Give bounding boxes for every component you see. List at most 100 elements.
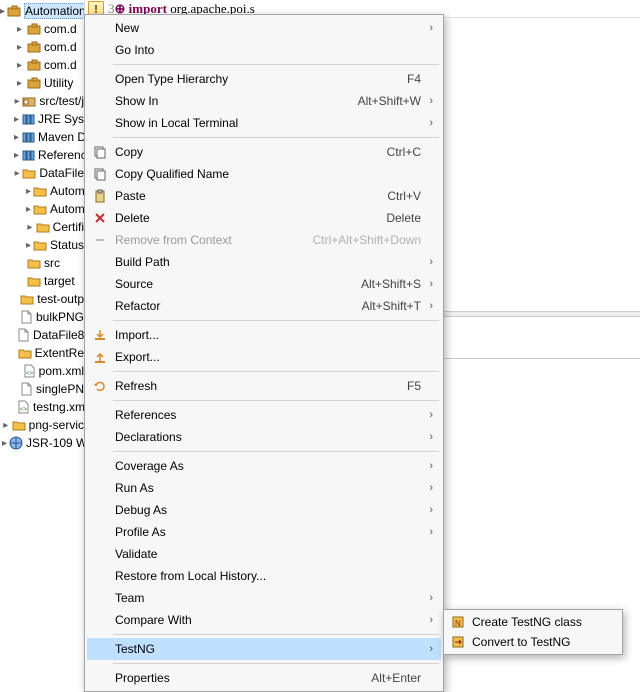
tree-item[interactable]: singlePN — [0, 380, 84, 398]
tree-item[interactable]: ▸Maven D — [0, 128, 84, 146]
menu-item-copy-qualified-name[interactable]: Copy Qualified Name — [87, 163, 441, 185]
tree-item[interactable]: ▸com.d — [0, 20, 84, 38]
menu-item-delete[interactable]: DeleteDelete — [87, 207, 441, 229]
blank-icon — [89, 92, 111, 110]
tree-root-label[interactable]: Automation_Suite — [24, 3, 85, 19]
tree-item[interactable]: ▸Utility — [0, 74, 84, 92]
tree-label: Status — [50, 238, 84, 252]
menu-item-debug-as[interactable]: Debug As› — [87, 499, 441, 521]
menu-item-refresh[interactable]: RefreshF5 — [87, 375, 441, 397]
menu-item-declarations[interactable]: Declarations› — [87, 426, 441, 448]
tree-item[interactable]: ▸com.d — [0, 38, 84, 56]
package-explorer[interactable]: ▸ Automation_Suite ▸com.d▸com.d▸com.d▸Ut… — [0, 0, 85, 655]
menu-accelerator: Alt+Shift+S — [353, 277, 421, 291]
package-icon — [6, 3, 22, 19]
expand-icon[interactable]: ▸ — [26, 222, 34, 233]
menu-item-source[interactable]: SourceAlt+Shift+S› — [87, 273, 441, 295]
tree-label: test-outp — [37, 292, 84, 306]
tree-item[interactable]: ▸Certifi — [0, 218, 84, 236]
tree-item[interactable]: test-outp — [0, 290, 84, 308]
menu-item-profile-as[interactable]: Profile As› — [87, 521, 441, 543]
menu-item-properties[interactable]: PropertiesAlt+Enter — [87, 667, 441, 689]
tree-label: testng.xm — [33, 400, 85, 414]
menu-item-refactor[interactable]: RefactorAlt+Shift+T› — [87, 295, 441, 317]
expand-icon[interactable]: ▸ — [14, 96, 20, 107]
testng-submenu[interactable]: NCreate TestNG classConvert to TestNG — [443, 609, 623, 655]
tree-item[interactable]: src — [0, 254, 84, 272]
expand-icon[interactable]: ▸ — [14, 150, 19, 161]
tree-item[interactable]: bulkPNG — [0, 308, 84, 326]
menu-item-open-type-hierarchy[interactable]: Open Type HierarchyF4 — [87, 68, 441, 90]
tree-item[interactable]: ▸com.d — [0, 56, 84, 74]
menu-item-build-path[interactable]: Build Path› — [87, 251, 441, 273]
expand-icon[interactable]: ▸ — [0, 6, 5, 17]
blank-icon — [89, 428, 111, 446]
menu-separator — [113, 320, 439, 321]
menu-item-go-into[interactable]: Go Into — [87, 39, 441, 61]
menu-item-testng[interactable]: TestNG› — [87, 638, 441, 660]
tree-item[interactable]: <>testng.xm — [0, 398, 84, 416]
delete-icon — [89, 209, 111, 227]
menu-item-team[interactable]: Team› — [87, 587, 441, 609]
menu-item-references[interactable]: References› — [87, 404, 441, 426]
blank-icon — [89, 70, 111, 88]
tree-item[interactable]: ▸png-servic — [0, 416, 84, 434]
submenu-item-convert-to-testng[interactable]: Convert to TestNG — [446, 632, 620, 652]
menu-label: Validate — [111, 547, 421, 561]
menu-item-paste[interactable]: PasteCtrl+V — [87, 185, 441, 207]
menu-item-show-in-local-terminal[interactable]: Show in Local Terminal› — [87, 112, 441, 134]
expand-icon[interactable]: ▸ — [14, 24, 25, 35]
submenu-arrow-icon: › — [421, 431, 433, 443]
expand-icon[interactable]: ▸ — [14, 168, 20, 179]
submenu-item-create-testng-class[interactable]: NCreate TestNG class — [446, 612, 620, 632]
tree-item[interactable]: ▸Autom — [0, 200, 84, 218]
tree-item[interactable]: ▸ Status — [0, 236, 84, 254]
expand-icon[interactable]: ▸ — [14, 60, 25, 71]
tree-root[interactable]: ▸ Automation_Suite — [0, 2, 84, 20]
context-menu[interactable]: New›Go Into Open Type HierarchyF4Show InA… — [84, 14, 444, 692]
menu-item-show-in[interactable]: Show InAlt+Shift+W› — [87, 90, 441, 112]
expand-icon[interactable]: ▸ — [2, 420, 10, 431]
expand-icon[interactable]: ▸ — [26, 186, 31, 197]
submenu-arrow-icon: › — [421, 256, 433, 268]
menu-label: Show in Local Terminal — [111, 116, 421, 130]
menu-label: Refresh — [111, 379, 399, 393]
node-icon — [35, 219, 51, 235]
tree-item[interactable]: ▸DataFile — [0, 164, 84, 182]
tree-item[interactable]: ExtentRe — [0, 344, 84, 362]
tree-item[interactable]: ▸ Autom — [0, 182, 84, 200]
submenu-arrow-icon: › — [421, 300, 433, 312]
menu-label: Run As — [111, 481, 421, 495]
menu-item-import[interactable]: Import... — [87, 324, 441, 346]
expand-icon[interactable]: ▸ — [14, 78, 25, 89]
menu-item-coverage-as[interactable]: Coverage As› — [87, 455, 441, 477]
node-icon — [21, 165, 37, 181]
menu-item-new[interactable]: New› — [87, 17, 441, 39]
tree-item[interactable]: target — [0, 272, 84, 290]
expand-icon[interactable]: ▸ — [14, 114, 19, 125]
blank-icon — [89, 457, 111, 475]
menu-item-restore-from-local-history[interactable]: Restore from Local History... — [87, 565, 441, 587]
node-icon — [17, 345, 33, 361]
menu-label: Copy Qualified Name — [111, 167, 421, 181]
submenu-arrow-icon: › — [421, 592, 433, 604]
menu-item-export[interactable]: Export... — [87, 346, 441, 368]
menu-item-validate[interactable]: Validate — [87, 543, 441, 565]
tree-item[interactable]: ▸JSR-109 We — [0, 434, 84, 452]
tree-label: Autom — [50, 184, 85, 198]
menu-item-run-as[interactable]: Run As› — [87, 477, 441, 499]
tree-item[interactable]: <>pom.xml — [0, 362, 84, 380]
tree-item[interactable]: ▸JRE Syste — [0, 110, 84, 128]
tree-item[interactable]: ▸Referenc — [0, 146, 84, 164]
menu-item-copy[interactable]: CopyCtrl+C — [87, 141, 441, 163]
menu-item-compare-with[interactable]: Compare With› — [87, 609, 441, 631]
tree-item[interactable]: DataFile8 — [0, 326, 84, 344]
expand-icon[interactable]: ▸ — [14, 132, 19, 143]
expand-icon[interactable]: ▸ — [26, 240, 31, 251]
menu-label: Debug As — [111, 503, 421, 517]
expand-icon[interactable]: ▸ — [14, 42, 25, 53]
tree-item[interactable]: ▸src/test/j — [0, 92, 84, 110]
expand-icon[interactable]: ▸ — [26, 204, 31, 215]
expand-icon[interactable]: ▸ — [2, 438, 7, 449]
menu-label: Remove from Context — [111, 233, 305, 247]
